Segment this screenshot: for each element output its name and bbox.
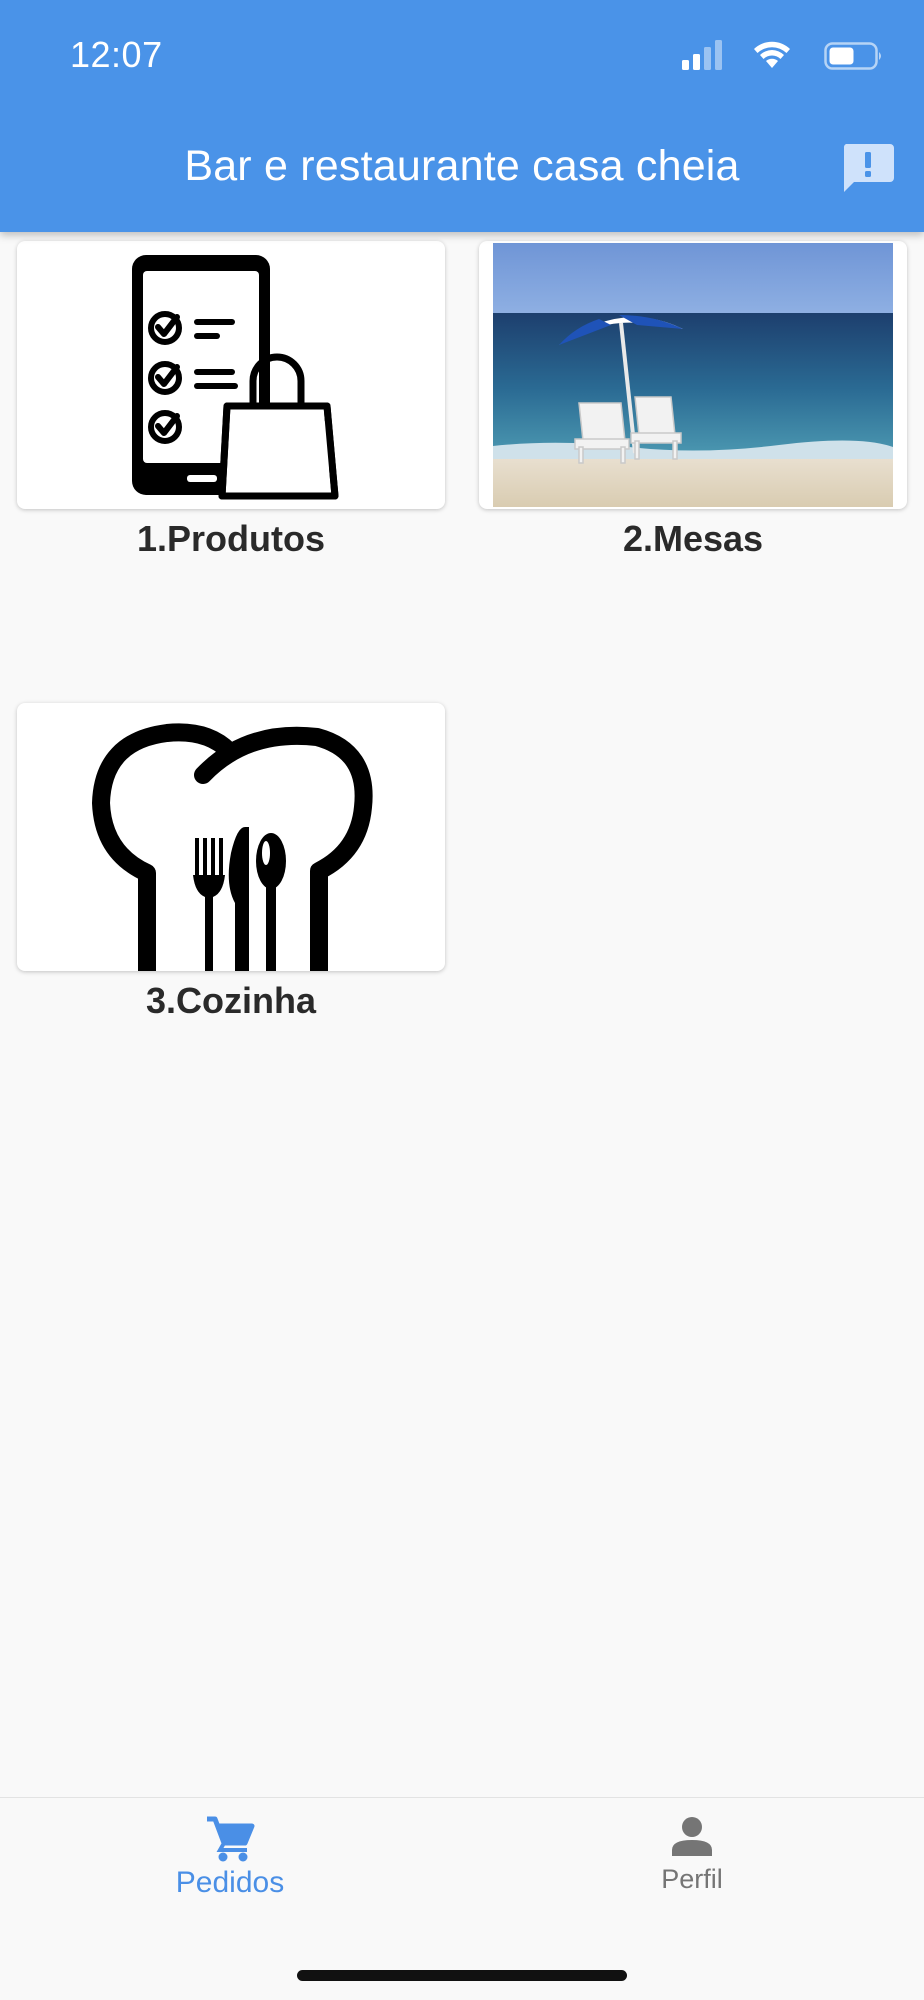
menu-card-cozinha[interactable] — [17, 703, 445, 971]
app-header: 12:07 Bar e restaurante casa cheia — [0, 0, 924, 232]
nav-item-perfil[interactable]: Perfil — [542, 1816, 842, 1926]
signal-icon — [682, 40, 722, 70]
beach-umbrella-photo — [491, 241, 895, 509]
nav-label-perfil: Perfil — [661, 1864, 723, 1894]
status-time: 12:07 — [70, 34, 163, 75]
battery-icon — [824, 42, 881, 70]
person-icon — [672, 1817, 712, 1856]
nav-label-pedidos: Pedidos — [175, 1866, 285, 1899]
home-indicator[interactable] — [297, 1970, 627, 1981]
chef-hat-cutlery-icon — [92, 723, 373, 971]
menu-card-produtos[interactable] — [17, 241, 445, 509]
menu-label-produtos[interactable]: 1.Produtos — [17, 518, 445, 560]
status-icons — [674, 38, 884, 74]
feedback-icon[interactable] — [842, 142, 894, 192]
menu-card-mesas[interactable] — [479, 241, 907, 509]
wifi-icon — [754, 41, 790, 68]
menu-label-mesas[interactable]: 2.Mesas — [479, 518, 907, 560]
nav-item-pedidos[interactable]: Pedidos — [80, 1816, 380, 1926]
app-title: Bar e restaurante casa cheia — [184, 142, 740, 190]
cart-icon — [207, 1816, 255, 1862]
menu-label-cozinha[interactable]: 3.Cozinha — [17, 980, 445, 1022]
checklist-shopping-bag-icon — [132, 255, 339, 500]
